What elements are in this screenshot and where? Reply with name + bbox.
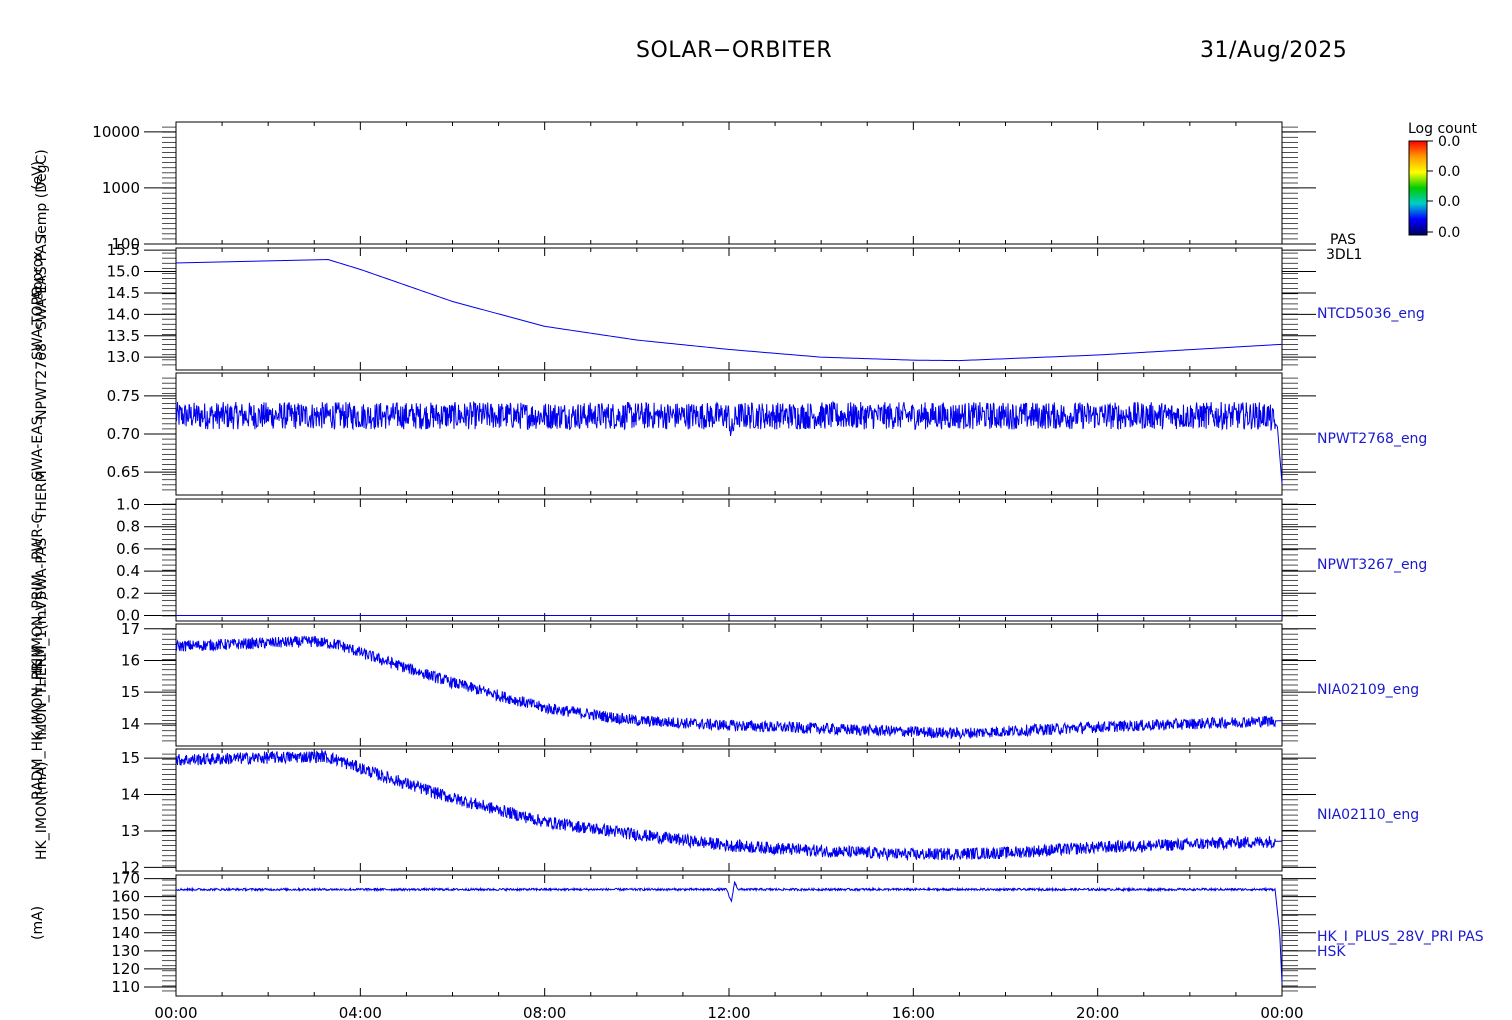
series-line — [175, 635, 1283, 741]
y-tick-label: 15 — [121, 749, 140, 767]
panel-label: PAS — [1330, 232, 1356, 248]
y-tick-label: 13.0 — [107, 348, 140, 366]
panel-frame — [175, 748, 1283, 872]
x-tick-label: 08:00 — [523, 1004, 566, 1020]
panel-label: NPWT3267_eng — [1317, 557, 1427, 573]
y-tick-label: 13 — [121, 822, 140, 840]
series-line — [175, 880, 1283, 984]
panel-label: NPWT2768_eng — [1317, 431, 1427, 447]
y-tick-label: 14 — [121, 715, 140, 733]
y-axis-title: Temp (DegC) — [34, 149, 50, 240]
colorbar — [1408, 140, 1428, 236]
y-axis-title: NPWT2768 — [34, 343, 50, 420]
y-tick-label: 110 — [111, 978, 140, 996]
y-axis-title: HK_IMON(mA) — [34, 761, 50, 860]
y-tick-label: 0.65 — [107, 463, 140, 481]
y-axis-title: (mA) — [30, 905, 46, 940]
x-tick-label: 20:00 — [1076, 1004, 1119, 1020]
y-tick-label: 0.70 — [107, 425, 140, 443]
panel-label: NIA02110_eng — [1317, 807, 1419, 823]
x-tick-label: 00:00 — [1260, 1004, 1303, 1020]
panel-label: 3DL1 — [1326, 247, 1362, 263]
series-line — [175, 749, 1283, 862]
stacked-line-chart: 100100010000PAS3DL113.013.514.014.515.01… — [92, 121, 1484, 1020]
panel-frame — [175, 874, 1283, 997]
y-tick-label: 160 — [111, 888, 140, 906]
y-tick-label: 16 — [121, 651, 140, 669]
y-tick-label: 0.75 — [107, 387, 140, 405]
y-tick-label: 14.0 — [107, 305, 140, 323]
panel-frame — [175, 372, 1283, 496]
y-tick-label: 0.2 — [116, 584, 140, 602]
panel-frame — [175, 121, 1283, 245]
panel-label: NIA02109_eng — [1317, 682, 1419, 698]
y-tick-label: 0.6 — [116, 540, 140, 558]
series-line — [175, 400, 1283, 484]
series-line — [175, 259, 1283, 362]
panel-label: HSK — [1317, 944, 1346, 960]
y-tick-label: 15 — [121, 683, 140, 701]
y-tick-label: 14.5 — [107, 284, 140, 302]
panel-frame — [175, 498, 1283, 622]
y-tick-label: 0.8 — [116, 518, 140, 536]
x-tick-label: 04:00 — [339, 1004, 382, 1020]
y-tick-label: 1000 — [102, 179, 140, 197]
y-tick-label: 170 — [111, 870, 140, 888]
y-axis-title: THERM — [34, 470, 50, 520]
y-tick-label: 140 — [111, 924, 140, 942]
x-tick-label: 12:00 — [707, 1004, 750, 1020]
y-tick-label: 15.0 — [107, 263, 140, 281]
x-tick-label: 16:00 — [892, 1004, 935, 1020]
y-tick-label: 13.5 — [107, 327, 140, 345]
y-tick-label: 150 — [111, 906, 140, 924]
panel-frame — [175, 247, 1283, 371]
panel-label: NTCD5036_eng — [1317, 306, 1425, 322]
colorbar-tick-label: 0.0 — [1438, 134, 1460, 150]
x-tick-label: 00:00 — [154, 1004, 197, 1020]
colorbar-tick-label: 0.0 — [1438, 164, 1460, 180]
y-tick-label: 15.5 — [107, 241, 140, 259]
colorbar-tick-label: 0.0 — [1438, 194, 1460, 210]
y-tick-label: 14 — [121, 786, 140, 804]
y-tick-label: 120 — [111, 960, 140, 978]
y-tick-label: 10000 — [92, 123, 140, 141]
y-tick-label: 1.0 — [116, 496, 140, 514]
y-tick-label: 0.4 — [116, 562, 140, 580]
panel-label: HK_I_PLUS_28V_PRI PAS — [1317, 929, 1484, 945]
y-tick-label: 130 — [111, 942, 140, 960]
y-tick-label: 17 — [121, 620, 140, 638]
colorbar-tick-label: 0.0 — [1438, 225, 1460, 241]
